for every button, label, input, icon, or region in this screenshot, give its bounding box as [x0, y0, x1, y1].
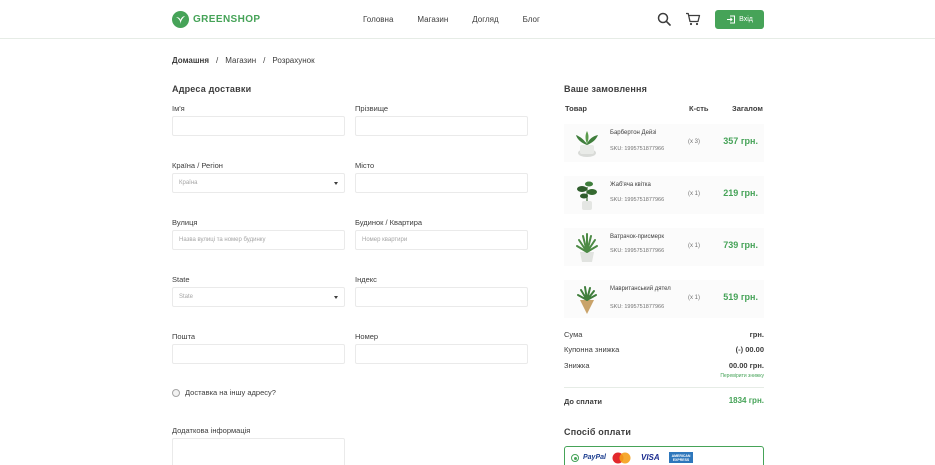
- leaf-logo-icon: [172, 11, 189, 28]
- phone-label: Номер: [355, 332, 379, 341]
- nav-shop[interactable]: Магазин: [417, 15, 448, 24]
- payment-option-cards[interactable]: PayPal VISA AMERICAN EXPRESS: [564, 446, 764, 465]
- order-item[interactable]: Ватрачок-присмерк SKU: 1995751877966 (x …: [564, 228, 764, 266]
- product-qty: (x 3): [688, 139, 700, 145]
- order-item[interactable]: Барбертон Дейзі SKU: 1995751877966 (x 3)…: [564, 124, 764, 162]
- visa-logo: VISA: [641, 453, 660, 462]
- product-image: [577, 181, 597, 210]
- product-sku: SKU: 1995751877966: [610, 146, 665, 152]
- coupon-label: Купонна знижка: [564, 345, 620, 354]
- notes-textarea[interactable]: [172, 438, 345, 465]
- product-sku: SKU: 1995751877966: [610, 304, 665, 310]
- house-placeholder: Номер квартири: [362, 237, 408, 243]
- last-name-field[interactable]: [355, 116, 528, 136]
- col-product: Товар: [565, 104, 587, 113]
- cart-icon[interactable]: [685, 12, 701, 31]
- product-qty: (x 1): [688, 243, 700, 249]
- nav-care[interactable]: Догляд: [472, 15, 498, 24]
- notes-label: Додаткова інформація: [172, 426, 251, 435]
- discount-value: 00.00 грн.: [728, 361, 764, 370]
- subtotal-value: грн.: [749, 330, 764, 339]
- discount-label: Знижка: [564, 361, 590, 370]
- other-address-label: Доставка на іншу адресу?: [185, 388, 276, 397]
- login-label: Вхід: [739, 16, 753, 23]
- nav-home[interactable]: Головна: [363, 15, 393, 24]
- search-icon[interactable]: [657, 12, 671, 31]
- breadcrumb-home[interactable]: Домашня: [172, 56, 209, 65]
- logo-text: GREENSHOP: [193, 14, 261, 25]
- amex-logo: AMERICAN EXPRESS: [669, 452, 693, 463]
- nav-blog[interactable]: Блог: [523, 15, 540, 24]
- country-label: Країна / Регіон: [172, 161, 223, 170]
- breadcrumb-separator: /: [216, 56, 219, 65]
- street-placeholder: Назва вулиці та номер будинку: [179, 237, 266, 243]
- product-price: 357 грн.: [723, 136, 758, 146]
- payment-radio[interactable]: [571, 454, 579, 462]
- order-item[interactable]: Жаб'яча квітка SKU: 1995751877966 (x 1) …: [564, 176, 764, 214]
- breadcrumb-checkout: Розрахунок: [272, 56, 315, 65]
- country-placeholder: Країна: [179, 180, 198, 186]
- street-field[interactable]: Назва вулиці та номер будинку: [172, 230, 345, 250]
- subtotal-label: Сума: [564, 330, 583, 339]
- zip-label: Індекс: [355, 275, 377, 284]
- check-discount-link[interactable]: Перевірити знижку: [720, 373, 764, 379]
- paypal-logo: PayPal: [583, 454, 606, 461]
- email-field[interactable]: [172, 344, 345, 364]
- product-image: [577, 286, 597, 314]
- product-image: [576, 131, 598, 157]
- col-qty: К-сть: [689, 104, 709, 113]
- email-label: Пошта: [172, 332, 196, 341]
- order-item[interactable]: Мавританський дятел SKU: 1995751877966 (…: [564, 280, 764, 318]
- state-placeholder: State: [179, 294, 194, 300]
- first-name-label: Ім'я: [172, 104, 185, 113]
- logout-icon: [727, 15, 736, 24]
- col-total: Загалом: [732, 104, 763, 113]
- total-value: 1834 грн.: [728, 396, 764, 405]
- product-image: [576, 233, 598, 262]
- country-select[interactable]: Країна: [172, 173, 345, 193]
- product-qty: (x 1): [688, 295, 700, 301]
- product-name: Барбертон Дейзі: [610, 130, 657, 136]
- other-address-option[interactable]: Доставка на іншу адресу?: [172, 388, 276, 397]
- last-name-label: Прізвище: [355, 104, 389, 113]
- house-label: Будинок / Квартира: [355, 218, 423, 227]
- product-sku: SKU: 1995751877966: [610, 248, 665, 254]
- divider: [564, 387, 764, 388]
- login-button[interactable]: Вхід: [715, 10, 764, 29]
- breadcrumb-separator: /: [263, 56, 266, 65]
- city-label: Місто: [355, 161, 375, 170]
- product-name: Ватрачок-присмерк: [610, 234, 664, 240]
- top-header: GREENSHOP Головна Магазин Догляд Блог Вх…: [0, 0, 935, 39]
- state-label: State: [172, 275, 190, 284]
- breadcrumb: Домашня / Магазин / Розрахунок: [172, 56, 315, 65]
- coupon-value: (-) 00.00: [735, 345, 764, 354]
- other-address-radio[interactable]: [172, 388, 180, 397]
- billing-title: Адреса доставки: [172, 84, 252, 94]
- total-label: До сплати: [564, 397, 603, 406]
- first-name-field[interactable]: [172, 116, 345, 136]
- phone-field[interactable]: [355, 344, 528, 364]
- product-qty: (x 1): [688, 191, 700, 197]
- zip-field[interactable]: [355, 287, 528, 307]
- product-sku: SKU: 1995751877966: [610, 197, 665, 203]
- product-price: 519 грн.: [723, 292, 758, 302]
- breadcrumb-shop[interactable]: Магазин: [225, 56, 256, 65]
- order-title: Ваше замовлення: [564, 84, 648, 94]
- logo[interactable]: GREENSHOP: [172, 11, 261, 28]
- city-field[interactable]: [355, 173, 528, 193]
- street-label: Вулиця: [172, 218, 198, 227]
- house-field[interactable]: Номер квартири: [355, 230, 528, 250]
- mastercard-logo: [611, 452, 633, 463]
- product-name: Мавританський дятел: [610, 286, 671, 292]
- payment-title: Спосіб оплати: [564, 427, 632, 437]
- state-select[interactable]: State: [172, 287, 345, 307]
- product-price: 739 грн.: [723, 240, 758, 250]
- product-price: 219 грн.: [723, 188, 758, 198]
- main-nav: Головна Магазин Догляд Блог: [363, 15, 564, 24]
- product-name: Жаб'яча квітка: [610, 182, 651, 188]
